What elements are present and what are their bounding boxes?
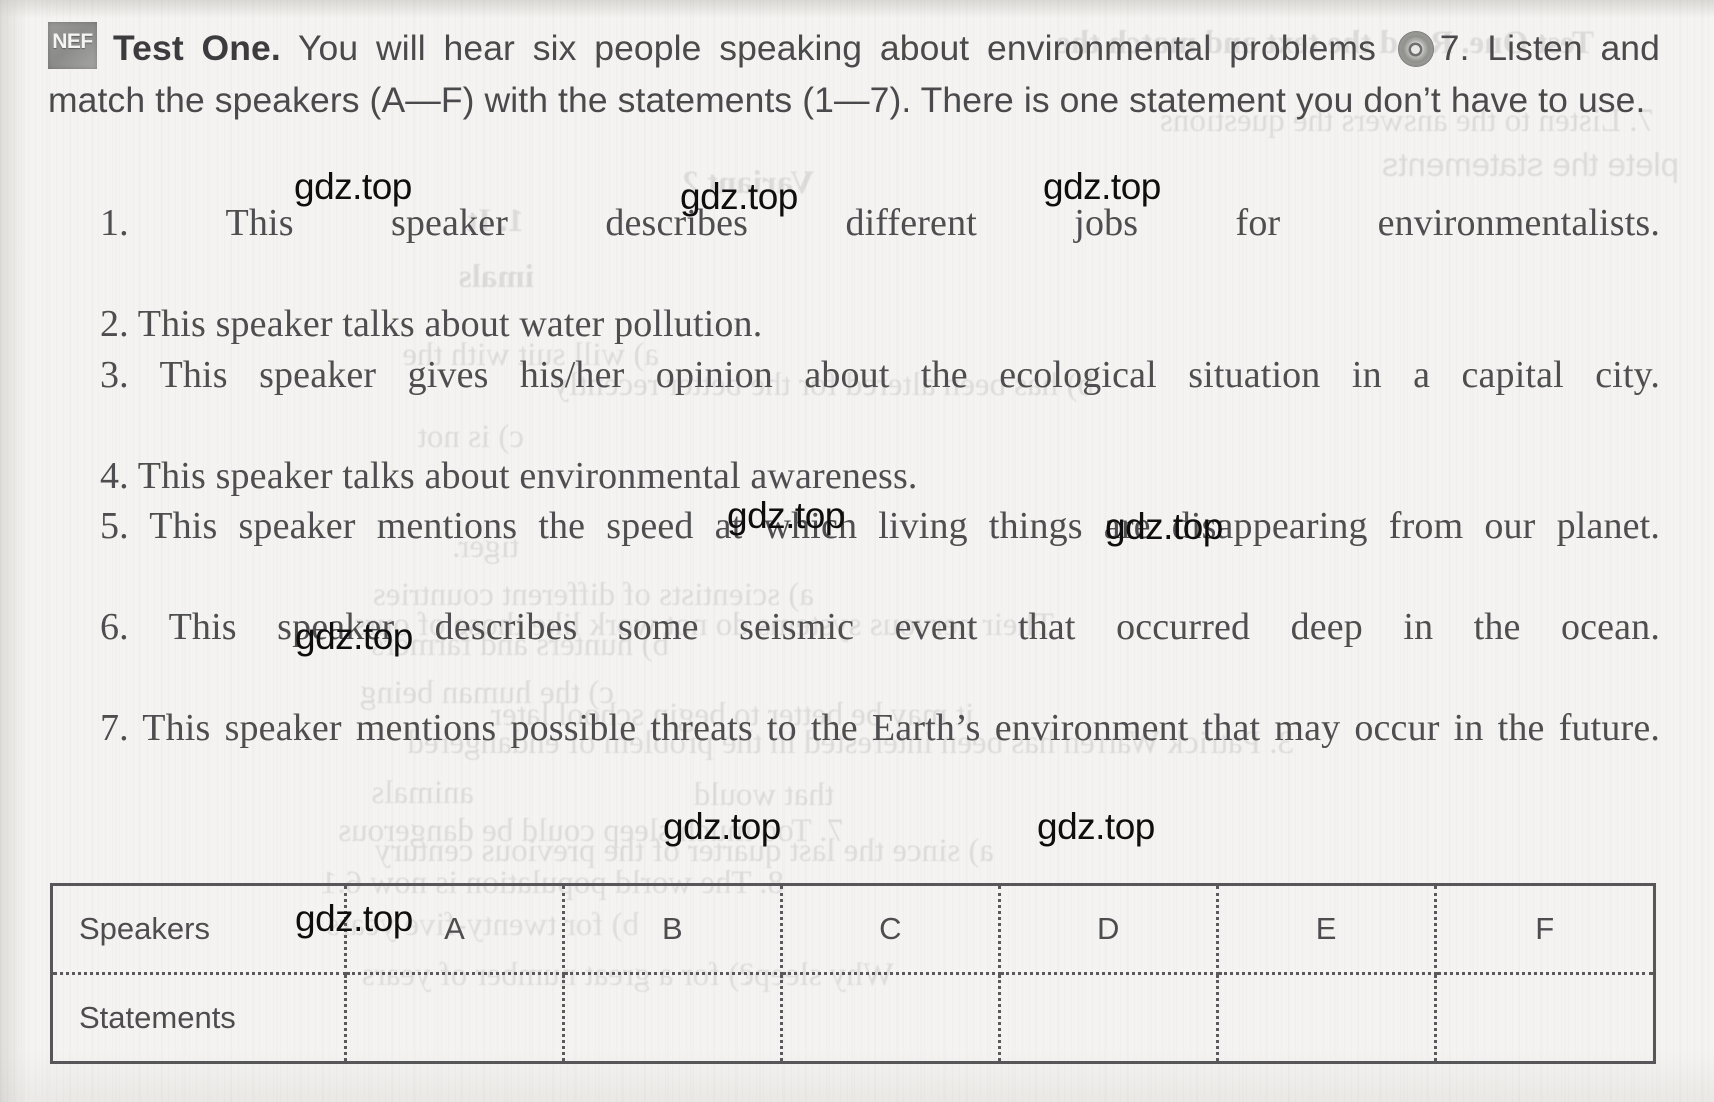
answer-table: Speakers A B C D E F Statements bbox=[50, 883, 1656, 1064]
speaker-cell-f: F bbox=[1435, 886, 1653, 975]
statement-answer-d[interactable] bbox=[999, 973, 1219, 1061]
task-title: Test One. bbox=[113, 28, 281, 68]
statement-number-3: 3. bbox=[100, 353, 129, 396]
statement-text-5: This speaker mentions the speed at which… bbox=[149, 505, 1660, 547]
statement-answer-e[interactable] bbox=[1217, 973, 1437, 1061]
statement-number-4: 4. bbox=[100, 454, 129, 497]
speaker-cell-e: E bbox=[1217, 886, 1437, 975]
statement-text-3: This speaker gives his/her opinion about… bbox=[159, 353, 1661, 396]
nef-logo-label: NEF bbox=[52, 30, 93, 53]
table-row-speakers: Speakers A B C D E F bbox=[53, 886, 1653, 975]
statement-text-2: This speaker talks about water pollution… bbox=[137, 303, 763, 345]
statement-item-6: 6. This speaker describes some seismic e… bbox=[48, 602, 1660, 703]
statement-list: 1. This speaker describes different jobs… bbox=[48, 198, 1660, 804]
statement-answer-a[interactable] bbox=[345, 973, 565, 1061]
statement-text-7: This speaker mentions possible threats t… bbox=[142, 707, 1660, 749]
statement-text-6: This speaker describes some seismic even… bbox=[168, 606, 1660, 648]
bleed-through-text: a) since the last quarter of the previou… bbox=[374, 833, 994, 869]
bleed-through-text: 7. Too much sleep could be dangerous bbox=[338, 813, 844, 849]
statement-answer-c[interactable] bbox=[781, 973, 1001, 1061]
statement-number-1: 1. bbox=[100, 202, 129, 244]
statement-item-3: 3. This speaker gives his/her opinion ab… bbox=[48, 350, 1660, 451]
scanned-page: Test One. Read the text and match the 7. … bbox=[0, 0, 1714, 1102]
speaker-cell-a: A bbox=[345, 886, 565, 975]
gdz-watermark: gdz.top bbox=[1037, 806, 1155, 847]
task-text-part-1: You will hear six people speaking about … bbox=[280, 28, 1394, 68]
statement-item-4: 4. This speaker talks about environmenta… bbox=[48, 451, 1660, 502]
task-instruction: NEF Test One. You will hear six people sp… bbox=[48, 22, 1660, 126]
row-label-speakers: Speakers bbox=[53, 886, 347, 975]
statement-text-1: This speaker describes different jobs fo… bbox=[225, 202, 1660, 244]
speaker-cell-b: B bbox=[563, 886, 783, 975]
statement-item-5: 5. This speaker mentions the speed at wh… bbox=[48, 501, 1660, 602]
gdz-watermark: gdz.top bbox=[663, 806, 781, 847]
cd-disc-icon bbox=[1397, 31, 1434, 67]
statement-item-2: 2. This speaker talks about water pollut… bbox=[48, 299, 1660, 350]
statement-item-1: 1. This speaker describes different jobs… bbox=[48, 198, 1660, 299]
speaker-cell-d: D bbox=[999, 886, 1219, 975]
row-label-statements: Statements bbox=[53, 973, 347, 1061]
statement-number-6: 6. bbox=[100, 606, 129, 648]
statement-number-2: 2. bbox=[100, 303, 129, 345]
speaker-cell-c: C bbox=[781, 886, 1001, 975]
statement-text-4: This speaker talks about environmental a… bbox=[137, 454, 918, 497]
statement-answer-f[interactable] bbox=[1435, 974, 1653, 1062]
statement-number-5: 5. bbox=[100, 505, 129, 547]
statement-number-7: 7. bbox=[100, 707, 129, 749]
table-row-statements: Statements bbox=[53, 973, 1653, 1062]
nef-logo: NEF bbox=[48, 22, 97, 69]
bleed-through-text: plete the statements bbox=[1381, 146, 1679, 183]
statement-answer-b[interactable] bbox=[563, 973, 783, 1061]
statement-item-7: 7. This speaker mentions possible threat… bbox=[48, 703, 1660, 804]
